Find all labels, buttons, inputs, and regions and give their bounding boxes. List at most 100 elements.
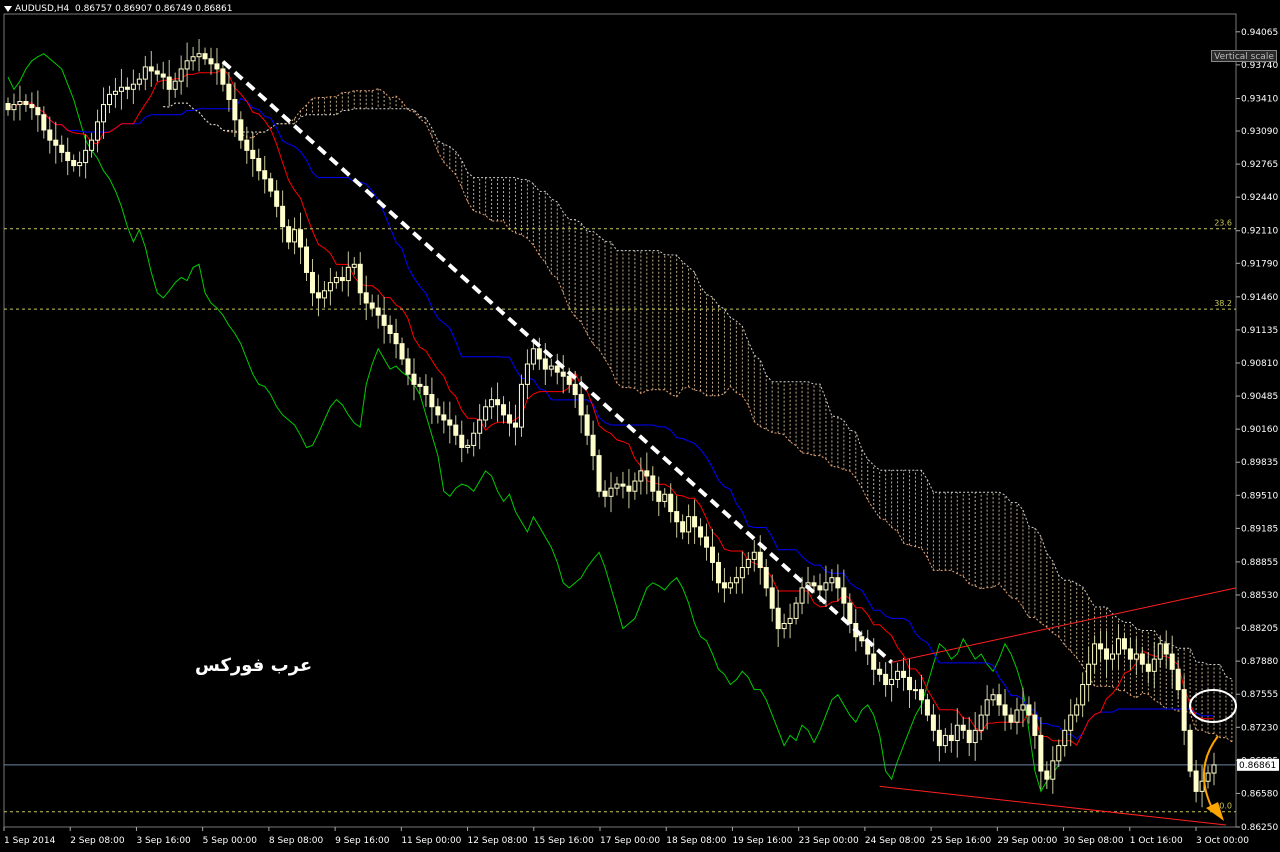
- candle-body: [644, 470, 650, 477]
- y-tick-label: 0.88855: [1241, 558, 1278, 568]
- candle-body: [524, 363, 530, 385]
- candle-body: [238, 119, 244, 141]
- candle-body: [709, 546, 715, 563]
- symbol-header: AUDUSD,H4 0.86757 0.86907 0.86749 0.8686…: [4, 4, 232, 14]
- candle-body: [1193, 770, 1199, 792]
- candle-body: [280, 205, 286, 228]
- candle-body: [751, 551, 757, 560]
- y-tick-label: 0.89185: [1241, 524, 1278, 534]
- candle-body: [799, 587, 805, 604]
- candle-body: [739, 567, 745, 579]
- candle-body: [769, 587, 775, 609]
- candle-body: [871, 653, 877, 670]
- candle-body: [960, 724, 966, 731]
- candle-body: [148, 66, 154, 72]
- candle-body: [1080, 684, 1086, 706]
- candle-body: [405, 358, 411, 375]
- candle-body: [650, 475, 656, 492]
- candle-body: [208, 58, 214, 65]
- ohlc-values: 0.86757 0.86907 0.86749 0.86861: [75, 4, 233, 14]
- y-tick-label: 0.91135: [1241, 326, 1278, 336]
- chart-area[interactable]: 0.94065 0.93740 0.93410 0.93090 0.92765 0.924…: [0, 0, 1280, 848]
- candle-body: [274, 190, 280, 207]
- candle-body: [447, 419, 453, 426]
- candle-body: [1074, 704, 1080, 716]
- candle-body: [124, 86, 130, 90]
- highlight-circle: [1189, 689, 1237, 723]
- x-tick-label: 19 Sep 16:00: [732, 836, 792, 846]
- candle-body: [954, 724, 960, 742]
- candle-body: [674, 511, 680, 523]
- candle-body: [895, 670, 901, 680]
- candle-body: [1092, 643, 1098, 665]
- y-tick-label: 0.86250: [1241, 823, 1278, 833]
- candle-body: [721, 582, 727, 589]
- y-tick-label: 0.86580: [1241, 789, 1278, 799]
- candle-body: [202, 53, 208, 60]
- candle-body: [495, 399, 501, 406]
- candle-body: [1133, 653, 1139, 660]
- candle-body: [160, 73, 166, 78]
- chikou-span-line: [7, 53, 1060, 793]
- price-chart[interactable]: 0.94065 0.93740 0.93410 0.93090 0.92765 0.924…: [0, 0, 1280, 848]
- kumo-cloud: [228, 88, 1233, 742]
- candle-body: [1026, 704, 1032, 716]
- candle-body: [512, 422, 518, 428]
- x-tick-label: 9 Sep 16:00: [335, 836, 390, 846]
- candle-body: [423, 385, 429, 396]
- fib-level-label: 0.0: [1219, 802, 1232, 811]
- candle-body: [507, 414, 513, 424]
- candle-body: [626, 485, 632, 492]
- y-tick-label: 0.87230: [1241, 723, 1278, 733]
- candle-body: [1127, 648, 1133, 660]
- vertical-scale-button[interactable]: Vertical scale: [1211, 50, 1277, 62]
- candle-body: [363, 292, 369, 304]
- candle-body: [387, 324, 393, 335]
- y-tick-label: 0.91790: [1241, 259, 1278, 269]
- x-tick-label: 11 Sep 00:00: [401, 836, 461, 846]
- candle-body: [841, 587, 847, 604]
- y-tick-label: 0.90160: [1241, 425, 1278, 435]
- candle-body: [1098, 643, 1104, 650]
- fib-level-label: 23.6: [1214, 219, 1232, 228]
- candle-body: [1205, 772, 1211, 782]
- candle-body: [53, 139, 59, 146]
- candle-body: [656, 490, 662, 502]
- candle-body: [262, 170, 268, 180]
- candle-body: [990, 694, 996, 701]
- candle-body: [907, 676, 913, 691]
- candle-body: [298, 229, 304, 248]
- candle-body: [942, 734, 948, 747]
- y-tick-label: 0.92765: [1241, 160, 1278, 170]
- candle-body: [859, 636, 865, 642]
- x-tick-label: 30 Sep 08:00: [1064, 836, 1124, 846]
- candle-body: [560, 371, 566, 377]
- candle-body: [1038, 734, 1044, 772]
- descending-trendline: [221, 60, 893, 664]
- senkou-span-a-line: [163, 88, 1233, 743]
- candle-body: [793, 602, 799, 619]
- candle-body: [978, 714, 984, 731]
- candle-body: [369, 302, 375, 309]
- candle-body: [29, 104, 35, 109]
- candle-body: [1002, 704, 1008, 716]
- x-tick-label: 23 Sep 00:00: [799, 836, 859, 846]
- candle-body: [638, 470, 644, 482]
- candle-body: [548, 365, 554, 370]
- y-tick-label: 0.88530: [1241, 591, 1278, 601]
- candle-body: [23, 101, 29, 106]
- candle-body: [41, 114, 47, 131]
- dropdown-triangle-icon[interactable]: [4, 5, 12, 12]
- candle-body: [333, 277, 339, 284]
- candle-body: [1086, 663, 1092, 686]
- candle-body: [95, 121, 101, 141]
- candle-body: [47, 129, 53, 141]
- candle-body: [692, 516, 698, 528]
- candle-body: [662, 493, 668, 502]
- candle-body: [901, 670, 907, 678]
- candle-body: [220, 68, 226, 85]
- candle-body: [1157, 643, 1163, 660]
- candle-body: [441, 414, 447, 421]
- candle-body: [250, 149, 256, 159]
- candle-body: [375, 307, 381, 316]
